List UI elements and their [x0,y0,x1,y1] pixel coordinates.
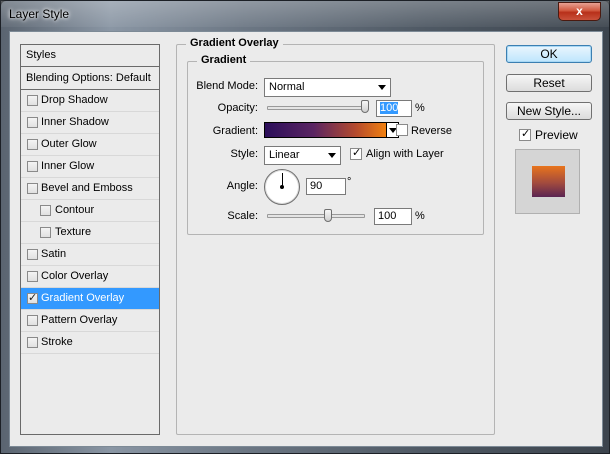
blend-mode-label: Blend Mode: [196,80,258,92]
blending-options-item[interactable]: Blending Options: Default [21,67,159,90]
drop-shadow-checkbox[interactable] [27,95,38,106]
style-item-color-overlay[interactable]: Color Overlay [21,266,159,288]
style-item-label: Contour [55,204,95,216]
contour-checkbox[interactable] [40,205,51,216]
styles-header[interactable]: Styles [21,45,159,67]
style-item-texture[interactable]: Texture [21,222,159,244]
style-item-label: Inner Shadow [41,116,109,128]
opacity-value: 100 [380,102,399,114]
reverse-label: Reverse [411,125,452,137]
satin-checkbox[interactable] [27,249,38,260]
angle-unit: ° [347,176,352,188]
opacity-label: Opacity: [217,102,258,114]
style-item-label: Gradient Overlay [41,292,125,304]
style-item-label: Pattern Overlay [41,314,118,326]
style-item-contour[interactable]: Contour [21,200,159,222]
style-item-label: Outer Glow [41,138,97,150]
new-style-button[interactable]: New Style... [506,102,592,120]
preview-swatch [532,166,565,197]
scale-label: Scale: [227,210,258,222]
style-item-satin[interactable]: Satin [21,244,159,266]
align-with-layer-label: Align with Layer [366,148,444,160]
inner-shadow-checkbox[interactable] [27,117,38,128]
style-item-label: Bevel and Emboss [41,182,133,194]
window-title: Layer Style [9,7,70,21]
preview-checkbox[interactable] [519,127,531,141]
blend-mode-value: Normal [269,81,305,93]
style-item-label: Inner Glow [41,160,95,172]
gradient-picker[interactable] [264,122,387,138]
scale-input[interactable]: 100 [374,208,412,225]
style-item-pattern-overlay[interactable]: Pattern Overlay [21,310,159,332]
style-preview-thumbnail [515,149,580,214]
opacity-slider-track[interactable] [267,106,369,110]
style-item-label: Color Overlay [41,270,109,282]
style-label: Style: [230,148,258,160]
ok-button[interactable]: OK [506,45,592,63]
angle-label: Angle: [226,180,258,192]
gradient-style-value: Linear [269,149,300,161]
angle-value: 90 [310,180,323,192]
opacity-unit: % [415,102,425,114]
style-item-label: Satin [41,248,67,260]
pattern-overlay-checkbox[interactable] [27,315,38,326]
style-item-inner-shadow[interactable]: Inner Shadow [21,112,159,134]
chevron-down-icon [328,153,336,158]
inner-glow-checkbox[interactable] [27,161,38,172]
style-item-label: Drop Shadow [41,94,108,106]
opacity-input[interactable]: 100 [376,100,412,117]
style-item-stroke[interactable]: Stroke [21,332,159,354]
group-subtitle: Gradient [197,54,251,66]
angle-dial[interactable] [264,169,300,205]
style-item-label: Stroke [41,336,73,348]
angle-input[interactable]: 90 [306,178,346,195]
reset-button[interactable]: Reset [506,74,592,92]
chevron-down-icon [378,85,386,90]
reverse-checkbox[interactable] [396,124,408,136]
bevel-emboss-checkbox[interactable] [27,183,38,194]
opacity-slider-handle[interactable] [361,100,369,113]
style-item-bevel-emboss[interactable]: Bevel and Emboss [21,178,159,200]
group-title: Gradient Overlay [186,37,283,49]
dialog-client: Styles Blending Options: Default Drop Sh… [9,31,603,447]
style-item-gradient-overlay[interactable]: Gradient Overlay [21,288,159,310]
style-item-outer-glow[interactable]: Outer Glow [21,134,159,156]
titlebar: Layer Style x [1,1,609,27]
gradient-label: Gradient: [212,125,258,137]
scale-value: 100 [378,210,397,222]
scale-unit: % [415,210,425,222]
outer-glow-checkbox[interactable] [27,139,38,150]
align-with-layer-checkbox[interactable] [350,146,362,160]
texture-checkbox[interactable] [40,227,51,238]
close-button[interactable]: x [558,2,601,21]
scale-slider-track[interactable] [267,214,365,218]
blend-mode-select[interactable]: Normal [264,78,391,97]
stroke-checkbox[interactable] [27,337,38,348]
gradient-style-select[interactable]: Linear [264,146,341,165]
style-item-drop-shadow[interactable]: Drop Shadow [21,90,159,112]
style-item-inner-glow[interactable]: Inner Glow [21,156,159,178]
style-item-label: Texture [55,226,92,238]
styles-list: Styles Blending Options: Default Drop Sh… [20,44,160,435]
scale-slider-handle[interactable] [324,209,332,222]
dialog-window: Layer Style x Styles Blending Options: D… [0,0,610,454]
preview-label: Preview [535,128,578,142]
gradient-overlay-checkbox[interactable] [27,291,38,304]
color-overlay-checkbox[interactable] [27,271,38,282]
